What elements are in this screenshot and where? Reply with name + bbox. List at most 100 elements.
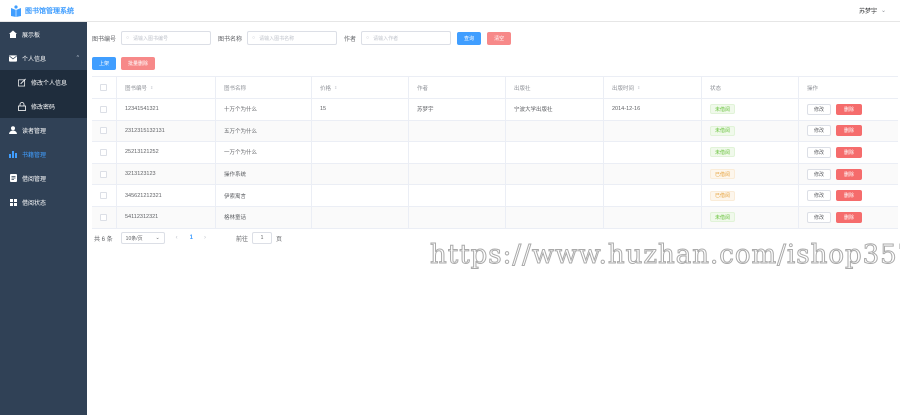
goto-label: 前往 <box>236 236 249 243</box>
author-label: 作者 <box>344 36 357 43</box>
row-checkbox[interactable] <box>100 192 107 200</box>
book-no-placeholder: 请输入图书编号 <box>133 35 169 42</box>
sidebar-item-label: 借阅管理 <box>22 176 47 183</box>
sidebar-item-personal-info[interactable]: 个人信息 ^ <box>0 46 87 70</box>
delete-button[interactable]: 删除 <box>836 146 863 158</box>
reset-button[interactable]: 清空 <box>487 31 512 45</box>
sidebar-item-label: 修改个人信息 <box>31 80 68 87</box>
row-checkbox[interactable] <box>100 148 107 156</box>
table-body: 12341541321 十万个为什么 15 苏梦宇 宁波大学出版社 2014-12-16 未… <box>92 99 898 229</box>
sidebar-item-books[interactable]: 书籍管理 <box>0 142 87 166</box>
row-checkbox[interactable] <box>100 105 107 113</box>
cell-price <box>312 142 409 163</box>
status-badge: 已借阅 <box>710 169 736 180</box>
book-logo-icon <box>11 4 21 17</box>
sidebar-item-readers[interactable]: 读者管理 <box>0 118 87 142</box>
header-operations: 操作 <box>807 85 819 92</box>
table-row: 3213123123 操作系统 已借阅 修改 删除 <box>92 163 898 186</box>
header-author: 作者 <box>409 77 506 98</box>
status-badge: 未借阅 <box>710 104 736 115</box>
chart-icon <box>9 150 17 158</box>
sidebar-item-change-password[interactable]: 修改密码 <box>0 94 87 118</box>
author-input[interactable]: ○ 请输入作者 <box>361 31 452 45</box>
next-page-button[interactable]: › <box>204 235 206 241</box>
delete-button[interactable]: 删除 <box>836 125 863 137</box>
header-publish-date[interactable]: 出版时间 ⇕ <box>604 77 702 98</box>
edit-button[interactable]: 修改 <box>807 168 832 180</box>
cell-price <box>312 120 409 142</box>
cell-publisher <box>506 163 604 185</box>
add-book-button[interactable]: 上架 <box>92 57 117 70</box>
batch-delete-button[interactable]: 批量删除 <box>121 57 156 70</box>
goto-suffix: 页 <box>276 236 283 243</box>
search-icon: ○ <box>366 35 370 41</box>
search-icon: ○ <box>126 35 130 41</box>
edit-button[interactable]: 修改 <box>807 103 832 115</box>
sidebar-item-borrow[interactable]: 借阅管理 <box>0 166 87 190</box>
home-icon <box>9 30 17 38</box>
select-all-checkbox[interactable] <box>100 84 107 91</box>
table-row: 25213121252 一万个为什么 未借阅 修改 删除 <box>92 142 898 164</box>
sidebar-item-borrow-status[interactable]: 借阅状态 <box>0 190 87 214</box>
user-name: 苏梦宇 <box>858 9 877 15</box>
user-menu[interactable]: 苏梦宇 ⌄ <box>859 6 886 15</box>
delete-button[interactable]: 删除 <box>836 211 863 223</box>
cell-no: 2312315132131 <box>117 120 216 142</box>
cell-author <box>409 206 506 228</box>
delete-button[interactable]: 删除 <box>836 103 863 115</box>
status-badge: 已借阅 <box>710 190 736 201</box>
cell-publisher <box>506 206 604 228</box>
header-price[interactable]: 价格 ⇕ <box>312 77 409 98</box>
cell-author: 苏梦宇 <box>409 99 506 120</box>
delete-button[interactable]: 删除 <box>836 190 863 202</box>
row-checkbox[interactable] <box>100 213 107 221</box>
page-size-select[interactable]: 10条/页 ⌄ <box>120 232 165 244</box>
cell-date <box>604 185 702 206</box>
author-placeholder: 请输入作者 <box>373 35 399 42</box>
query-button[interactable]: 查询 <box>457 31 482 45</box>
cell-author <box>409 120 506 142</box>
doc-icon <box>9 174 17 182</box>
cell-price <box>312 206 409 228</box>
book-no-label: 图书编号 <box>92 36 117 43</box>
search-bar: 图书编号 ○ 请输入图书编号 图书名称 ○ 请输入图书名称 作者 ○ 请输入作者… <box>92 31 512 45</box>
header-status: 状态 <box>702 77 799 98</box>
table-header: 图书编号 ⇕ 图书名称 价格 ⇕ 作者 出版社 出版时间 ⇕ 状态 操作 <box>92 77 898 99</box>
row-checkbox[interactable] <box>100 170 107 178</box>
table-row: 345621212321 伊索寓言 已借阅 修改 删除 <box>92 185 898 207</box>
row-checkbox[interactable] <box>100 127 107 135</box>
chevron-up-icon: ^ <box>76 55 79 61</box>
page-number-1[interactable]: 1 <box>190 235 193 241</box>
action-bar: 上架 批量删除 <box>92 57 156 70</box>
pager-total: 共 6 条 <box>94 236 113 243</box>
cell-no: 12341541321 <box>117 99 216 120</box>
delete-button[interactable]: 删除 <box>836 168 863 180</box>
book-no-input[interactable]: ○ 请输入图书编号 <box>121 31 212 45</box>
edit-button[interactable]: 修改 <box>807 190 832 202</box>
sidebar-item-edit-info[interactable]: 修改个人信息 <box>0 70 87 94</box>
grid-icon <box>9 198 17 206</box>
edit-button[interactable]: 修改 <box>807 211 832 223</box>
cell-author <box>409 163 506 185</box>
goto-page-input[interactable]: 1 <box>252 232 273 244</box>
sidebar-item-dashboard[interactable]: 展示板 <box>0 22 87 46</box>
search-icon: ○ <box>252 35 256 41</box>
status-badge: 未借阅 <box>710 147 736 158</box>
sidebar: 展示板 个人信息 ^ 修改个人信息 修改密码 读者管理 书籍管理 借阅管理 借阅… <box>0 22 87 415</box>
cell-author <box>409 142 506 163</box>
prev-page-button[interactable]: ‹ <box>176 235 178 241</box>
sidebar-item-label: 个人信息 <box>22 56 47 63</box>
edit-button[interactable]: 修改 <box>807 146 832 158</box>
edit-button[interactable]: 修改 <box>807 125 832 137</box>
books-table: 图书编号 ⇕ 图书名称 价格 ⇕ 作者 出版社 出版时间 ⇕ 状态 操作 123415… <box>92 76 898 229</box>
app-logo[interactable]: 图书馆管理系统 <box>0 4 74 17</box>
chevron-down-icon: ⌄ <box>155 235 160 241</box>
header-book-no[interactable]: 图书编号 ⇕ <box>117 77 216 98</box>
table-row: 2312315132131 五万个为什么 未借阅 修改 删除 <box>92 120 898 143</box>
cell-price: 15 <box>312 99 409 120</box>
status-badge: 未借阅 <box>710 125 736 136</box>
top-header: 图书馆管理系统 苏梦宇 ⌄ <box>0 0 900 22</box>
book-name-input[interactable]: ○ 请输入图书名称 <box>247 31 338 45</box>
cell-date <box>604 163 702 185</box>
header-publisher: 出版社 <box>506 77 604 98</box>
